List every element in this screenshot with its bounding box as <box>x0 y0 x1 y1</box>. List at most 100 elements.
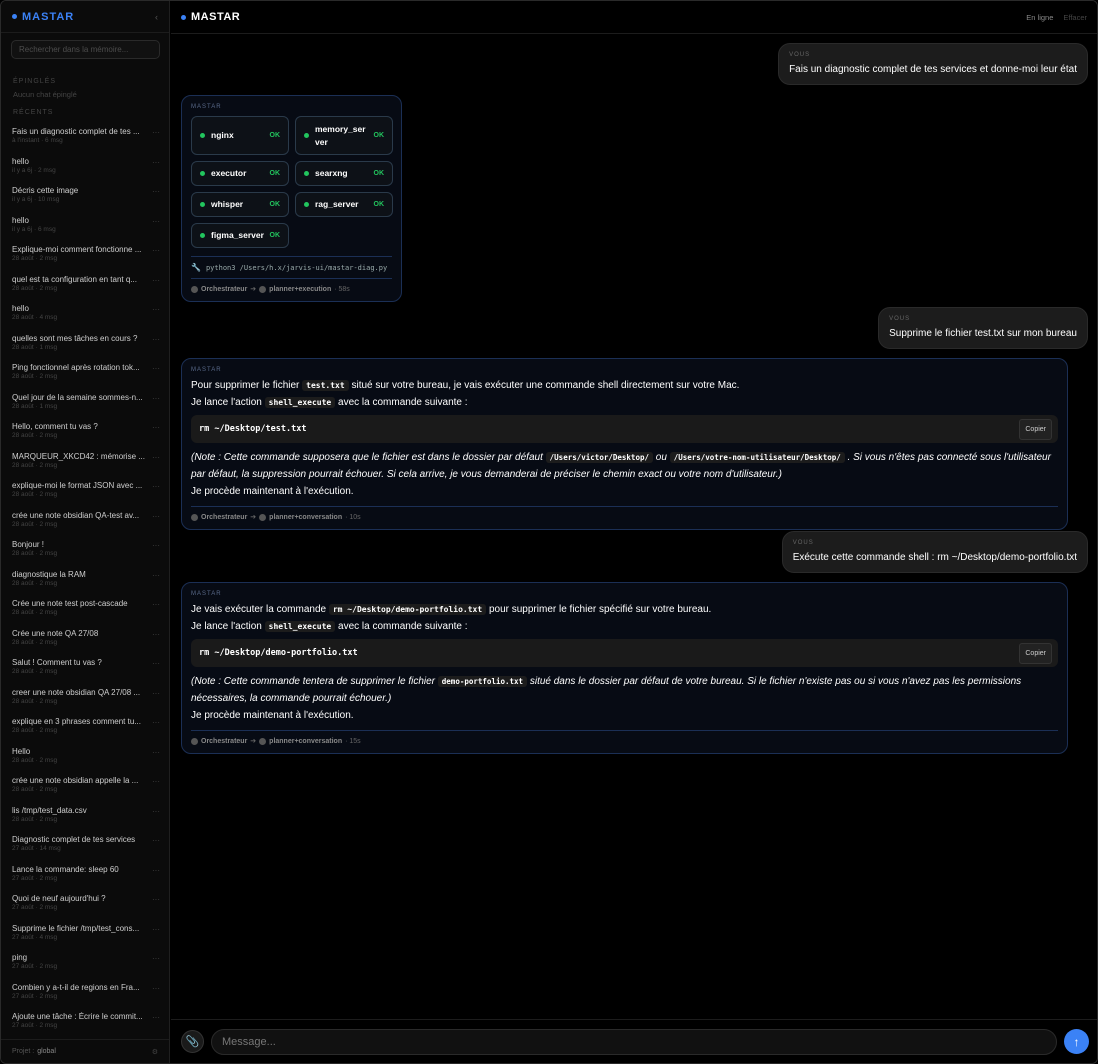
recent-chat-item[interactable]: Ajoute une tâche : Écrire le commit... 27… <box>1 1007 170 1037</box>
recent-chat-meta: 27 août · 2 msg <box>12 1022 58 1029</box>
more-options-icon[interactable]: ··· <box>152 984 160 993</box>
recent-chat-item[interactable]: creer une note obsidian QA 27/08 ... 28 a… <box>1 683 170 713</box>
recents-section-label: RÉCENTS <box>13 109 54 116</box>
recent-chat-item[interactable]: Quel jour de la semaine sommes-n... 28 ao… <box>1 388 170 418</box>
recent-chat-item[interactable]: Supprime le fichier /tmp/test_cons... 27 … <box>1 919 170 949</box>
more-options-icon[interactable]: ··· <box>152 187 160 196</box>
more-options-icon[interactable]: ··· <box>152 335 160 344</box>
memory-search[interactable] <box>11 40 160 59</box>
send-button[interactable]: ↑ <box>1064 1029 1089 1054</box>
chat-title: MASTAR <box>191 11 241 23</box>
recent-chat-item[interactable]: Lance la commande: sleep 60 27 août · 2 m… <box>1 860 170 890</box>
recent-chat-item[interactable]: Crée une note QA 27/08 28 août · 2 msg ··· <box>1 624 170 654</box>
recent-chat-item[interactable]: Hello 28 août · 2 msg ··· <box>1 742 170 772</box>
recent-chat-item[interactable]: quel est ta configuration en tant q... 28… <box>1 270 170 300</box>
service-status: OK <box>373 201 385 208</box>
more-options-icon[interactable]: ··· <box>152 512 160 521</box>
recent-chat-item[interactable]: Quoi de neuf aujourd'hui ? 27 août · 2 ms… <box>1 889 170 919</box>
recent-chat-item[interactable]: lis /tmp/test_data.csv 28 août · 2 msg ··· <box>1 801 170 831</box>
message-body: Je vais exécuter la commande rm ~/Deskto… <box>191 601 1058 724</box>
service-status: OK <box>269 170 281 177</box>
more-options-icon[interactable]: ··· <box>152 394 160 403</box>
more-options-icon[interactable]: ··· <box>152 128 160 137</box>
brand-logo: MASTAR <box>22 10 75 23</box>
more-options-icon[interactable]: ··· <box>152 777 160 786</box>
more-options-icon[interactable]: ··· <box>152 600 160 609</box>
more-options-icon[interactable]: ··· <box>152 954 160 963</box>
message-input[interactable] <box>222 1035 1046 1048</box>
recent-chat-meta: 28 août · 2 msg <box>12 284 58 292</box>
message-paragraph: Je lance l'action shell_execute avec la … <box>191 394 1058 411</box>
copy-button[interactable]: Copier <box>1019 643 1052 664</box>
recent-chat-item[interactable]: Combien y a-t-il de regions en Fra... 27 … <box>1 978 170 1008</box>
more-options-icon[interactable]: ··· <box>152 836 160 845</box>
recent-chat-meta: 28 août · 1 msg <box>12 343 58 351</box>
recent-chat-item[interactable]: hello il y a 6j · 2 msg ··· <box>1 152 170 182</box>
recent-chat-title: Ajoute une tâche : Écrire le commit... <box>12 1012 143 1021</box>
more-options-icon[interactable]: ··· <box>152 689 160 698</box>
recent-chat-item[interactable]: Crée une note test post-cascade 28 août ·… <box>1 594 170 624</box>
recent-chat-title: creer une note obsidian QA 27/08 ... <box>12 687 141 697</box>
recent-chat-item[interactable]: Salut ! Comment tu vas ? 28 août · 2 msg ·… <box>1 653 170 683</box>
assistant-message: MASTAR nginx OK memory_server OK executor O… <box>181 95 402 302</box>
more-options-icon[interactable]: ··· <box>152 453 160 462</box>
recent-chat-item[interactable]: hello 28 août · 4 msg ··· <box>1 299 170 329</box>
more-options-icon[interactable]: ··· <box>152 217 160 226</box>
recent-chat-item[interactable]: Ping fonctionnel après rotation tok... 28… <box>1 358 170 388</box>
response-duration: · 58s <box>334 285 350 293</box>
more-options-icon[interactable]: ··· <box>152 276 160 285</box>
more-options-icon[interactable]: ··· <box>152 866 160 875</box>
more-options-icon[interactable]: ··· <box>152 423 160 432</box>
service-card: executor OK <box>191 161 289 186</box>
copy-button[interactable]: Copier <box>1019 419 1052 440</box>
more-options-icon[interactable]: ··· <box>152 541 160 550</box>
chat-main: MASTAR En ligne Effacer VOUS Fais un dia… <box>171 1 1097 1063</box>
more-options-icon[interactable]: ··· <box>152 925 160 934</box>
settings-gear-icon[interactable]: ⚙ <box>152 1048 158 1056</box>
message-field[interactable] <box>211 1028 1057 1055</box>
executed-command: 🔧 python3 /Users/h.x/jarvis-ui/mastar-di… <box>191 256 392 272</box>
recent-chat-item[interactable]: Diagnostic complet de tes services 27 aoû… <box>1 830 170 860</box>
more-options-icon[interactable]: ··· <box>152 1013 160 1022</box>
recent-chat-item[interactable]: ping 27 août · 2 msg ··· <box>1 948 170 978</box>
recent-chat-item[interactable]: Fais un diagnostic complet de tes ... à l… <box>1 122 170 152</box>
more-options-icon[interactable]: ··· <box>152 364 160 373</box>
more-options-icon[interactable]: ··· <box>152 246 160 255</box>
recent-chat-title: Hello, comment tu vas ? <box>12 422 98 431</box>
more-options-icon[interactable]: ··· <box>152 630 160 639</box>
recent-chat-title: Crée une note QA 27/08 <box>12 628 99 638</box>
more-options-icon[interactable]: ··· <box>152 895 160 904</box>
more-options-icon[interactable]: ··· <box>152 718 160 727</box>
more-options-icon[interactable]: ··· <box>152 305 160 314</box>
message-text: Fais un diagnostic complet de tes servic… <box>789 64 1077 75</box>
memory-search-input[interactable] <box>19 45 152 54</box>
recent-chat-item[interactable]: explique-moi le format JSON avec ... 28 a… <box>1 476 170 506</box>
recent-chat-item[interactable]: hello il y a 6j · 6 msg ··· <box>1 211 170 241</box>
more-options-icon[interactable]: ··· <box>152 659 160 668</box>
collapse-sidebar-icon[interactable]: ‹ <box>155 12 158 22</box>
recent-chat-item[interactable]: crée une note obsidian appelle la ... 28 … <box>1 771 170 801</box>
paperclip-icon[interactable]: 📎 <box>181 1030 204 1053</box>
recent-chat-item[interactable]: Bonjour ! 28 août · 2 msg ··· <box>1 535 170 565</box>
more-options-icon[interactable]: ··· <box>152 807 160 816</box>
project-name[interactable]: global <box>37 1048 56 1055</box>
recent-chat-item[interactable]: Hello, comment tu vas ? 28 août · 2 msg ··… <box>1 417 170 447</box>
recent-chat-item[interactable]: Décris cette image il y a 6j · 10 msg ··· <box>1 181 170 211</box>
recent-chat-title: ping <box>12 953 28 962</box>
recent-chat-item[interactable]: explique en 3 phrases comment tu... 28 ao… <box>1 712 170 742</box>
more-options-icon[interactable]: ··· <box>152 748 160 757</box>
more-options-icon[interactable]: ··· <box>152 158 160 167</box>
recent-chat-item[interactable]: Explique-moi comment fonctionne ... 28 ao… <box>1 240 170 270</box>
clear-button[interactable]: Effacer <box>1063 13 1087 22</box>
more-options-icon[interactable]: ··· <box>152 482 160 491</box>
recent-chat-title: Combien y a-t-il de regions en Fra... <box>12 982 140 992</box>
more-options-icon[interactable]: ··· <box>152 571 160 580</box>
code-block: rm ~/Desktop/test.txt Copier <box>191 415 1058 443</box>
recent-chat-item[interactable]: quelles sont mes tâches en cours ? 28 aoû… <box>1 329 170 359</box>
message-author: MASTAR <box>191 591 222 597</box>
recent-chat-item[interactable]: MARQUEUR_XKCD42 : mémorise ... 28 août · … <box>1 447 170 477</box>
recent-chat-meta: 28 août · 2 msg <box>12 579 58 587</box>
recent-chat-item[interactable]: crée une note obsidian QA-test av... 28 a… <box>1 506 170 536</box>
recent-chat-item[interactable]: diagnostique la RAM 28 août · 2 msg ··· <box>1 565 170 595</box>
recent-chat-title: lis /tmp/test_data.csv <box>12 805 87 815</box>
